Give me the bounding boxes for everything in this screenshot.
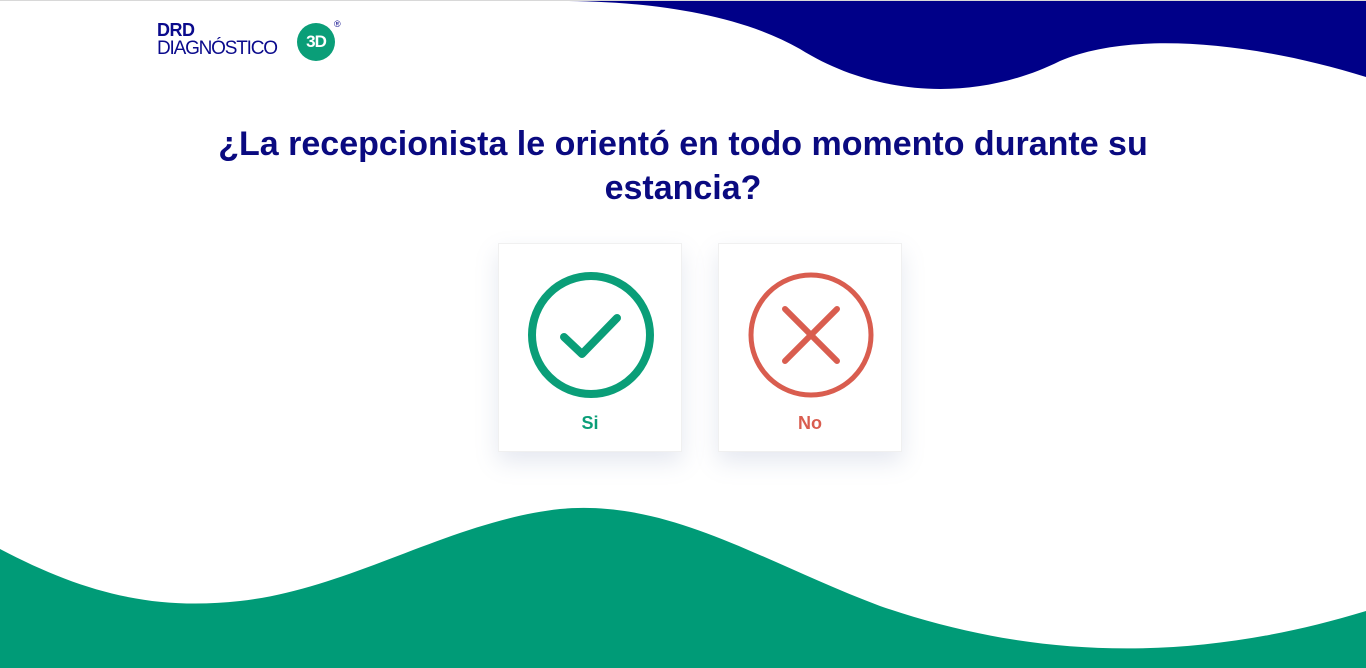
brand-logo: DRD DIAGNÓSTICO 3D ®: [157, 19, 347, 65]
top-wave: [560, 1, 1366, 89]
registered-mark: ®: [334, 19, 341, 29]
answer-no-button[interactable]: No: [718, 243, 902, 452]
answer-no-label: No: [798, 413, 822, 433]
x-circle-icon: [748, 272, 874, 398]
survey-question: ¿La recepcionista le orientó en todo mom…: [218, 125, 1148, 207]
background-waves: [0, 1, 1366, 668]
bottom-wave: [0, 508, 1366, 668]
answer-yes-label: Si: [581, 413, 599, 433]
answer-yes-button[interactable]: Si: [498, 243, 682, 452]
logo-badge-3d: 3D: [297, 23, 335, 61]
logo-text-diagnostico: DIAGNÓSTICO: [157, 38, 278, 59]
survey-page: DRD DIAGNÓSTICO 3D ® ¿La recepcionista l…: [0, 0, 1366, 668]
check-circle-icon: [528, 272, 654, 398]
